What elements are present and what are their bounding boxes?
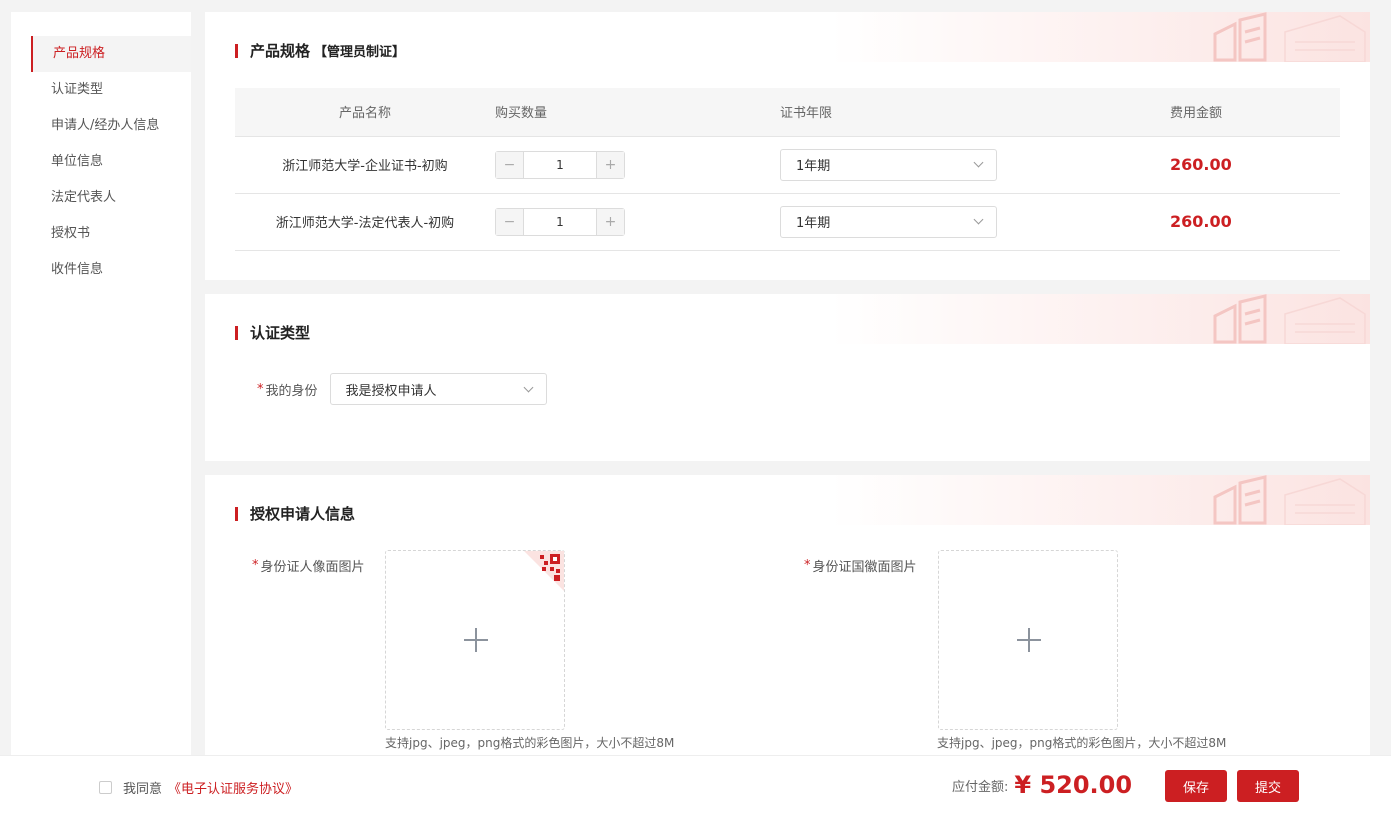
table-row: 浙江师范大学-法定代表人-初购 − 1 + 1年期 260.00 bbox=[235, 193, 1340, 251]
select-value: 1年期 bbox=[796, 216, 831, 231]
id-back-label: 身份证国徽面图片 bbox=[812, 560, 917, 575]
building-pattern-icon bbox=[1213, 475, 1366, 525]
table-row: 浙江师范大学-企业证书-初购 − 1 + 1年期 260.00 bbox=[235, 136, 1340, 194]
cert-type-card: 认证类型 * 我的身份 我是授权申请人 bbox=[205, 294, 1370, 461]
agreement-row: 我同意 《电子认证服务协议》 bbox=[99, 778, 298, 797]
header-decoration bbox=[830, 12, 1370, 62]
agreement-link[interactable]: 《电子认证服务协议》 bbox=[168, 778, 298, 797]
increment-button[interactable]: + bbox=[596, 208, 624, 235]
building-pattern-icon bbox=[1213, 294, 1366, 344]
table-header-row: 产品名称 购买数量 证书年限 费用金额 bbox=[235, 88, 1340, 137]
identity-row: * 我的身份 我是授权申请人 bbox=[257, 373, 547, 405]
cert-years-select[interactable]: 1年期 bbox=[780, 148, 997, 181]
fee-amount: 260.00 bbox=[1170, 212, 1232, 231]
select-value: 我是授权申请人 bbox=[345, 383, 437, 399]
title-text: 认证类型 bbox=[250, 324, 311, 342]
required-mark: * bbox=[252, 558, 259, 573]
card-header: 认证类型 bbox=[205, 294, 1370, 344]
qr-code-icon bbox=[524, 551, 564, 591]
payable-amount: ¥ 520.00 bbox=[1014, 771, 1133, 799]
header-decoration bbox=[830, 475, 1370, 525]
agree-checkbox[interactable] bbox=[99, 781, 112, 794]
title-subtitle: 【管理员制证】 bbox=[314, 45, 406, 60]
upload-hint: 支持jpg、jpeg，png格式的彩色图片，大小不超过8M bbox=[385, 736, 675, 750]
fee-cell: 260.00 bbox=[1120, 136, 1340, 194]
product-spec-card: 产品规格 【管理员制证】 产品名称 购买数量 证书年限 费用金额 浙江师范大学-… bbox=[205, 12, 1370, 280]
title-text: 授权申请人信息 bbox=[250, 505, 356, 523]
quantity-input[interactable]: 1 bbox=[524, 152, 596, 178]
card-header: 产品规格 【管理员制证】 bbox=[205, 12, 1370, 62]
card-header: 授权申请人信息 bbox=[205, 475, 1370, 525]
sidebar-item-product-spec[interactable]: 产品规格 bbox=[31, 36, 191, 72]
increment-button[interactable]: + bbox=[596, 151, 624, 178]
chevron-down-icon bbox=[973, 214, 984, 225]
applicant-card: 授权申请人信息 * 身份证人像面图片 支持jpg、jpeg，png格式的彩色图片… bbox=[205, 475, 1370, 755]
payable-summary: 应付金额: ¥ 520.00 bbox=[952, 771, 1132, 799]
qty-cell: − 1 + bbox=[495, 136, 780, 194]
id-front-label-row: * 身份证人像面图片 bbox=[252, 556, 365, 575]
sidebar-item-authorization[interactable]: 授权书 bbox=[11, 216, 191, 252]
sidebar-item-applicant[interactable]: 申请人/经办人信息 bbox=[11, 108, 191, 144]
product-name: 浙江师范大学-企业证书-初购 bbox=[235, 136, 495, 194]
save-button[interactable]: 保存 bbox=[1165, 770, 1227, 802]
footer-bar: 我同意 《电子认证服务协议》 应付金额: ¥ 520.00 保存 提交 bbox=[0, 755, 1391, 816]
sidebar-nav: 产品规格 认证类型 申请人/经办人信息 单位信息 法定代表人 授权书 收件信息 bbox=[11, 12, 191, 772]
plus-icon-stem bbox=[1028, 628, 1030, 652]
decrement-button[interactable]: − bbox=[496, 151, 524, 178]
col-header-name: 产品名称 bbox=[235, 88, 495, 137]
id-front-upload[interactable] bbox=[385, 550, 565, 730]
section-title: 认证类型 bbox=[235, 322, 310, 343]
years-cell: 1年期 bbox=[780, 136, 1120, 194]
header-decoration bbox=[830, 294, 1370, 344]
submit-button[interactable]: 提交 bbox=[1237, 770, 1299, 802]
id-back-upload[interactable] bbox=[938, 550, 1118, 730]
agree-text: 我同意 bbox=[123, 782, 163, 797]
building-pattern-icon bbox=[1213, 12, 1366, 62]
decrement-button[interactable]: − bbox=[496, 208, 524, 235]
quantity-stepper: − 1 + bbox=[495, 207, 625, 236]
payable-label: 应付金额: bbox=[952, 779, 1009, 795]
quantity-stepper: − 1 + bbox=[495, 150, 625, 179]
col-header-years: 证书年限 bbox=[780, 88, 1120, 137]
required-mark: * bbox=[257, 381, 264, 397]
qty-cell: − 1 + bbox=[495, 193, 780, 251]
quantity-input[interactable]: 1 bbox=[524, 209, 596, 235]
sidebar-item-cert-type[interactable]: 认证类型 bbox=[11, 72, 191, 108]
section-title: 产品规格 【管理员制证】 bbox=[235, 40, 405, 61]
upload-hint: 支持jpg、jpeg，png格式的彩色图片，大小不超过8M bbox=[937, 736, 1227, 750]
sidebar-item-org-info[interactable]: 单位信息 bbox=[11, 144, 191, 180]
product-name: 浙江师范大学-法定代表人-初购 bbox=[235, 193, 495, 251]
id-back-label-row: * 身份证国徽面图片 bbox=[804, 556, 917, 575]
section-title: 授权申请人信息 bbox=[235, 503, 355, 524]
years-cell: 1年期 bbox=[780, 193, 1120, 251]
fee-amount: 260.00 bbox=[1170, 155, 1232, 174]
sidebar-item-shipping[interactable]: 收件信息 bbox=[11, 252, 191, 288]
chevron-down-icon bbox=[523, 382, 533, 392]
required-mark: * bbox=[804, 558, 811, 573]
fee-cell: 260.00 bbox=[1120, 193, 1340, 251]
title-text: 产品规格 bbox=[250, 42, 311, 60]
product-table: 产品名称 购买数量 证书年限 费用金额 浙江师范大学-企业证书-初购 − 1 + bbox=[235, 88, 1340, 251]
col-header-fee: 费用金额 bbox=[1120, 88, 1340, 137]
plus-icon-stem bbox=[475, 628, 477, 652]
sidebar-item-legal-rep[interactable]: 法定代表人 bbox=[11, 180, 191, 216]
select-value: 1年期 bbox=[796, 159, 831, 174]
identity-select[interactable]: 我是授权申请人 bbox=[329, 373, 547, 405]
identity-label: 我的身份 bbox=[265, 383, 318, 399]
id-front-label: 身份证人像面图片 bbox=[260, 560, 365, 575]
cert-years-select[interactable]: 1年期 bbox=[780, 205, 997, 238]
chevron-down-icon bbox=[973, 157, 984, 168]
col-header-qty: 购买数量 bbox=[495, 88, 780, 137]
